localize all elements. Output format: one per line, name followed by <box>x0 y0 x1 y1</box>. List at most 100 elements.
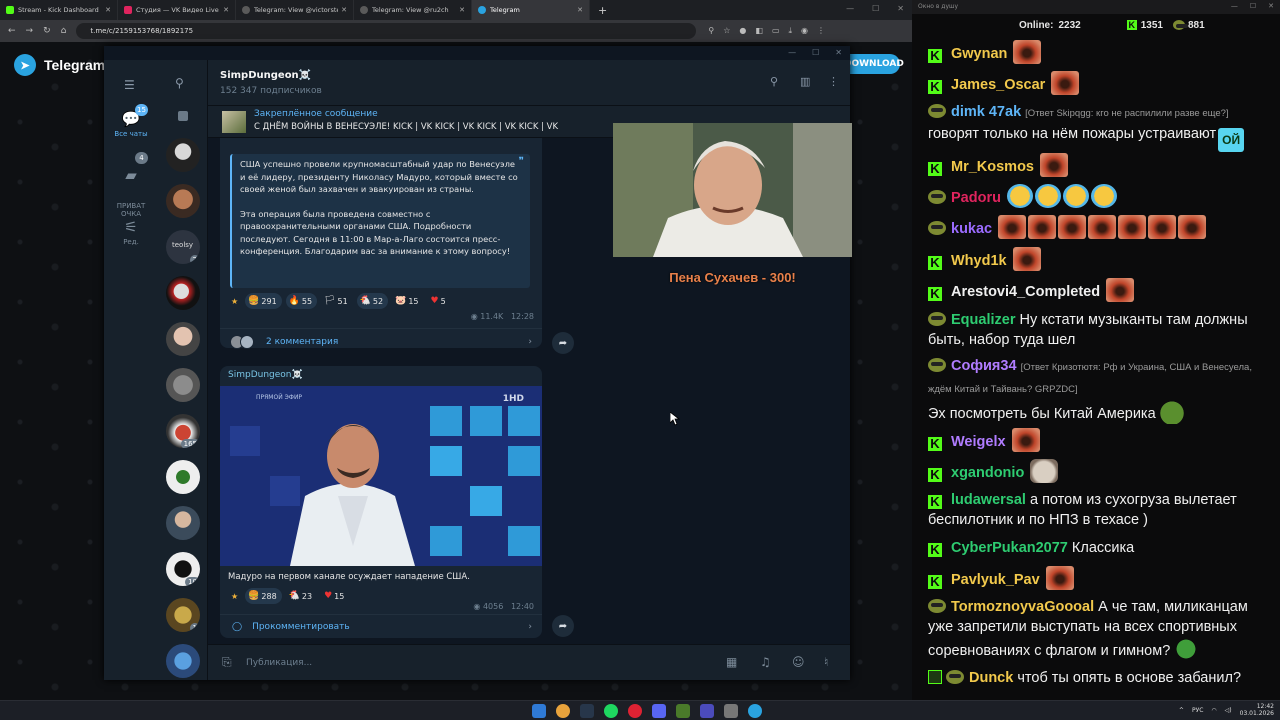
comment-button[interactable]: ◯ Прокомментировать › <box>220 614 542 638</box>
download-icon[interactable]: ⤓ <box>789 26 793 36</box>
schedule-icon[interactable]: ▦ <box>726 655 737 669</box>
minimize-icon[interactable]: — <box>846 4 854 13</box>
folder-edit[interactable]: ⚟ Ред. <box>104 218 158 246</box>
share-button[interactable]: ➦ <box>552 332 574 354</box>
chat-avatar[interactable] <box>166 368 200 402</box>
profile-icon[interactable]: ◉ <box>801 26 808 36</box>
chat-avatar[interactable]: 1 <box>166 598 200 632</box>
speaker-icon[interactable]: ◁) <box>1225 707 1232 714</box>
chat-username[interactable]: xgandonio <box>951 465 1024 481</box>
chat-header[interactable]: SimpDungeon☠️ 152 347 подписчиков ⚲ ▥ ⋮ <box>208 60 850 106</box>
chat-avatar[interactable] <box>166 322 200 356</box>
telegram-taskbar-icon[interactable] <box>748 704 762 718</box>
chat-avatar[interactable] <box>166 506 200 540</box>
chat-username[interactable]: dimk 47ak <box>951 104 1021 120</box>
windows-start-icon[interactable] <box>532 704 546 718</box>
chat-username[interactable]: Gwynan <box>951 46 1007 62</box>
url-field[interactable]: t.me/c/2159153768/1892175 <box>76 23 697 39</box>
chat-username[interactable]: Mr_Kosmos <box>951 159 1034 175</box>
minimize-icon[interactable]: — <box>1231 2 1238 10</box>
chat-avatar[interactable]: 10 <box>166 552 200 586</box>
opera-icon[interactable] <box>628 704 642 718</box>
wifi-icon[interactable]: ◠ <box>1211 707 1216 714</box>
close-icon[interactable]: ✕ <box>1268 2 1274 10</box>
maximize-icon[interactable]: ☐ <box>872 4 879 13</box>
reaction[interactable]: 🐔 52 <box>356 293 389 309</box>
zoom-icon[interactable]: ⚲ <box>708 26 714 36</box>
share-button[interactable]: ➦ <box>552 615 574 637</box>
app-icon[interactable] <box>676 704 690 718</box>
reaction[interactable]: 🔥 55 <box>285 293 318 309</box>
close-icon[interactable]: ✕ <box>897 4 904 13</box>
paperclip-icon[interactable]: ⎘ <box>222 655 232 670</box>
post-input[interactable] <box>246 653 686 673</box>
reload-icon[interactable]: ↻ <box>43 26 51 36</box>
chat-avatar-teolsy[interactable]: teolsy 2 <box>166 230 200 264</box>
star-reaction-icon[interactable]: ★ <box>228 588 241 604</box>
archive-icon[interactable] <box>178 111 188 121</box>
tab-telegram-victor[interactable]: Telegram: View @victorstepan... ✕ <box>236 0 354 20</box>
close-tab-icon[interactable]: ✕ <box>341 6 347 14</box>
maximize-icon[interactable]: ☐ <box>812 48 819 57</box>
chat-username[interactable]: Whyd1k <box>951 253 1007 269</box>
folder-private[interactable]: ▰ 4 ПРИВАТ ОЧКА <box>104 152 158 218</box>
chat-avatar[interactable] <box>166 184 200 218</box>
star-reaction-icon[interactable]: ★ <box>228 293 241 309</box>
app-icon[interactable] <box>700 704 714 718</box>
bookmark-star-icon[interactable]: ☆ <box>723 26 730 36</box>
reaction[interactable]: 🏳 51 <box>321 293 353 309</box>
reaction[interactable]: 🍔 291 <box>245 293 282 309</box>
close-tab-icon[interactable]: ✕ <box>223 6 229 14</box>
chat-username[interactable]: Dunck <box>969 670 1013 686</box>
chat-avatar[interactable] <box>166 644 200 678</box>
reaction[interactable]: ♥ 15 <box>321 588 349 604</box>
more-options-icon[interactable]: ⋮ <box>828 75 839 88</box>
chat-username[interactable]: TormoznoyvaGoooal <box>951 599 1094 615</box>
puzzle-icon[interactable]: ◧ <box>755 26 763 36</box>
chat-username[interactable]: ludawersal <box>951 492 1026 508</box>
language-indicator[interactable]: РУС <box>1192 707 1203 714</box>
chat-username[interactable]: kukac <box>951 221 992 237</box>
sidebar-icon[interactable]: ▭ <box>772 26 780 36</box>
chat-username[interactable]: София34 <box>951 358 1017 374</box>
close-tab-icon[interactable]: ✕ <box>105 6 111 14</box>
chat-avatar[interactable] <box>166 460 200 494</box>
chat-avatar-simpdungeon[interactable] <box>166 138 200 172</box>
folder-all-chats[interactable]: 💬 15 Все чаты <box>104 104 158 138</box>
hamburger-menu-icon[interactable]: ☰ <box>124 78 138 92</box>
browser-menu-icon[interactable]: ⋮ <box>817 26 825 36</box>
spotify-icon[interactable] <box>604 704 618 718</box>
chat-username[interactable]: Pavlyuk_Pav <box>951 572 1040 588</box>
chrome-icon[interactable] <box>556 704 570 718</box>
minimize-icon[interactable]: — <box>788 48 796 57</box>
chevron-up-icon[interactable]: ^ <box>1179 707 1184 714</box>
microphone-icon[interactable]: ♮ <box>824 655 828 669</box>
close-tab-icon[interactable]: ✕ <box>577 6 583 14</box>
app-icon[interactable] <box>724 704 738 718</box>
discord-icon[interactable] <box>652 704 666 718</box>
search-icon[interactable]: ⚲ <box>175 76 184 90</box>
chat-username[interactable]: Padoru <box>951 190 1001 206</box>
home-icon[interactable]: ⌂ <box>61 26 67 36</box>
reaction[interactable]: 🍔 288 <box>245 588 282 604</box>
back-arrow-icon[interactable]: ← <box>8 26 16 36</box>
tab-telegram[interactable]: Telegram ✕ <box>472 0 590 20</box>
chat-username[interactable]: Weigelx <box>951 434 1006 450</box>
forward-arrow-icon[interactable]: → <box>26 26 34 36</box>
emoji-icon[interactable]: ☺ <box>792 655 805 669</box>
extension-icon[interactable]: ● <box>739 26 746 36</box>
sidebar-toggle-icon[interactable]: ▥ <box>800 75 810 88</box>
tab-telegram-ru2ch[interactable]: Telegram: View @ru2ch ✕ <box>354 0 472 20</box>
tab-kick-dashboard[interactable]: Stream - Kick Dashboard ✕ <box>0 0 118 20</box>
chat-username[interactable]: Equalizer <box>951 312 1015 328</box>
close-tab-icon[interactable]: ✕ <box>459 6 465 14</box>
comments-link[interactable]: 2 комментария › <box>220 328 542 354</box>
clock[interactable]: 12:42 03.01.2026 <box>1240 703 1274 717</box>
steam-icon[interactable] <box>580 704 594 718</box>
close-icon[interactable]: ✕ <box>835 48 842 57</box>
reaction[interactable]: 🐔 23 <box>286 588 317 604</box>
reaction[interactable]: ♥ 5 <box>428 293 451 309</box>
maximize-icon[interactable]: ☐ <box>1250 2 1256 10</box>
bell-icon[interactable]: ♫ <box>760 655 771 669</box>
chat-username[interactable]: Arestovi4_Completed <box>951 284 1100 300</box>
